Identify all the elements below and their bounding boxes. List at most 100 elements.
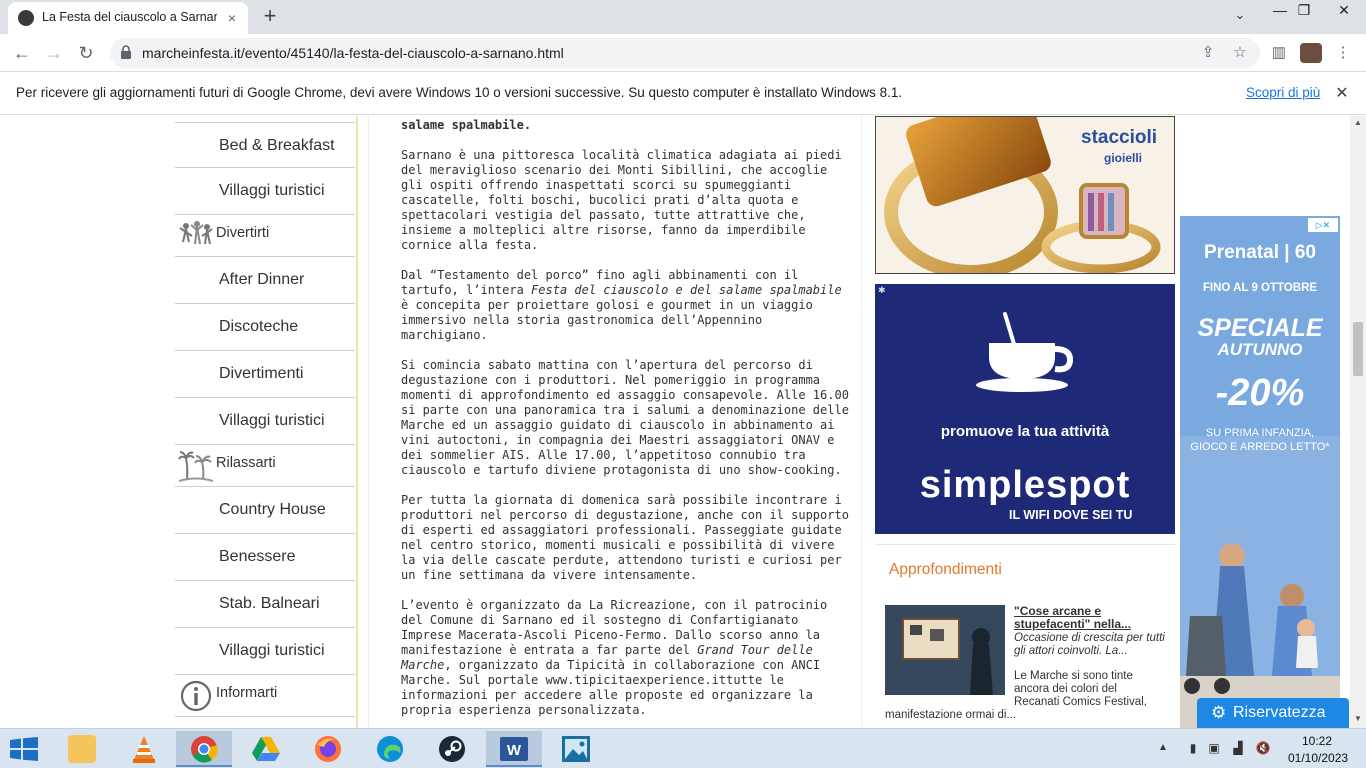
simplespot-ad-banner[interactable]: ✱ promuove la tua attività simplespot IL… (875, 284, 1175, 534)
profile-avatar-icon[interactable] (1300, 43, 1322, 63)
privacy-settings-button[interactable]: ⚙ Riservatezza (1197, 698, 1349, 728)
article-paragraph: Si comincia sabato mattina con l’apertur… (401, 358, 849, 477)
approfondimenti-article-link[interactable]: "Cose arcane e stupefacenti" nella... (1014, 605, 1164, 631)
scroll-up-arrow-icon[interactable]: ▲ (1354, 118, 1362, 127)
chrome-infobar: Per ricevere gli aggiornamenti futuri di… (0, 72, 1366, 115)
sidebar-category-rilassarti[interactable]: Rilassarti (175, 445, 355, 487)
sidebar-item-label: Stab. Balneari (219, 595, 320, 612)
sidebar-item-benessere[interactable]: Benessere (175, 534, 355, 581)
clock-date[interactable]: 01/10/2023 (1288, 751, 1348, 765)
prenatal-headline: SPECIALE (1197, 314, 1323, 342)
browser-tab[interactable]: La Festa del ciauscolo a Sarnano × (8, 2, 248, 34)
sidebar-divider (356, 116, 358, 728)
approfondimenti-title: Approfondimenti (889, 561, 1002, 578)
sidebar-item-label: Divertimenti (219, 365, 304, 382)
back-icon[interactable]: ← (10, 41, 34, 65)
sidebar-item-label: Villaggi turistici (219, 642, 325, 659)
address-bar[interactable]: marcheinfesta.it/evento/45140/la-festa-d… (110, 38, 1260, 68)
lock-icon[interactable] (120, 45, 134, 61)
sidebar-item-label: Bed & Breakfast (219, 137, 335, 154)
tab-title: La Festa del ciauscolo a Sarnano (42, 10, 217, 24)
close-window-button[interactable]: ✕ (1324, 0, 1364, 22)
page-scrollbar[interactable]: ▲ ▼ (1350, 116, 1366, 728)
sidebar-nav: Bed & Breakfast Villaggi turistici Diver… (175, 116, 355, 728)
sidebar-category-informarti[interactable]: Informarti (175, 675, 355, 717)
firefox-icon[interactable] (300, 731, 356, 767)
scroll-down-arrow-icon[interactable]: ▼ (1354, 714, 1362, 723)
prenatal-subtext: SU PRIMA INFANZIA, GIOCO E ARREDO LETTO* (1190, 427, 1330, 453)
sidebar-item-label: Country House (219, 501, 326, 518)
privacy-button-label: Riservatezza (1233, 704, 1326, 721)
approfondimenti-excerpt: Occasione di crescita per tutti gli atto… (1014, 632, 1165, 657)
steam-icon[interactable] (424, 731, 480, 767)
windows-start-icon[interactable] (10, 737, 38, 766)
tab-strip: La Festa del ciauscolo a Sarnano × + ⌄ —… (0, 0, 1366, 34)
prenatal-brand: Prenatal | 60 (1204, 242, 1316, 263)
infobar-learn-more-link[interactable]: Scopri di più (1246, 85, 1320, 100)
bookmark-star-icon[interactable]: ☆ (1230, 43, 1250, 63)
sidebar-item-divertimenti[interactable]: Divertimenti (175, 351, 355, 398)
article-text: è concepita per proiettare golosi e gour… (401, 298, 813, 342)
article-paragraph: L’evento è organizzato da La Ricreazione… (401, 598, 856, 718)
svg-text:W: W (507, 742, 522, 759)
info-icon (178, 678, 214, 714)
sidebar-item-stab-balneari[interactable]: Stab. Balneari (175, 581, 355, 628)
infobar-close-icon[interactable]: ✕ (1334, 83, 1350, 102)
word-icon[interactable]: W (486, 731, 542, 767)
sidebar-item-after-dinner[interactable]: After Dinner (175, 257, 355, 304)
sidebar-item-label: After Dinner (219, 271, 305, 288)
chrome-taskbar-icon[interactable] (176, 731, 232, 767)
sidebar-item-discoteche[interactable]: Discoteche (175, 304, 355, 351)
prenatal-ad-banner[interactable]: ▷✕ Prenatal | 60 FINO AL 9 OTTOBRE SPECI… (1180, 216, 1340, 728)
menu-kebab-icon[interactable]: ⋮ (1332, 43, 1354, 63)
battery-icon[interactable]: ▮ (1185, 741, 1201, 757)
edge-icon[interactable] (362, 731, 418, 767)
scrollbar-thumb[interactable] (1353, 322, 1363, 376)
simplespot-logo: simplespot (919, 464, 1131, 506)
jewelry-brand: staccioli (1081, 127, 1158, 148)
file-explorer-icon[interactable] (54, 731, 110, 767)
sidebar-item-villaggi-turistici[interactable]: Villaggi turistici (175, 168, 355, 215)
infobar-message: Per ricevere gli aggiornamenti futuri di… (16, 85, 903, 100)
photos-icon[interactable] (548, 731, 604, 767)
sidebar-item-label: Discoteche (219, 318, 299, 335)
article-paragraph: Per tutta la giornata di domenica sarà p… (401, 493, 849, 582)
device-icon[interactable]: ▣ (1206, 741, 1222, 757)
new-tab-button[interactable]: + (258, 5, 282, 29)
article-bold-text: salame spalmabile. (401, 118, 532, 132)
approfondimenti-thumbnail[interactable] (885, 605, 1005, 695)
reload-icon[interactable]: ↻ (74, 41, 98, 65)
clock-time[interactable]: 10:22 (1302, 734, 1332, 748)
url-text[interactable]: marcheinfesta.it/evento/45140/la-festa-d… (142, 45, 564, 61)
sidebar-item-villaggi-turistici[interactable]: Villaggi turistici (175, 398, 355, 445)
google-drive-icon[interactable] (238, 731, 294, 767)
side-panel-icon[interactable]: ▥ (1268, 43, 1290, 63)
article-body: salame spalmabile. Sarnano è una pittore… (368, 116, 862, 728)
jewelry-ad-banner[interactable]: staccioli gioielli (875, 116, 1175, 274)
article-text: , organizzato da Tipicità in collaborazi… (401, 658, 821, 717)
vlc-icon[interactable] (116, 731, 172, 767)
prenatal-discount: -20% (1215, 372, 1305, 414)
tray-expand-icon[interactable]: ▲ (1158, 742, 1168, 753)
approfondimenti-description-continued: manifestazione ormai di... (885, 709, 1017, 721)
sidebar-category-label: Informarti (216, 685, 278, 701)
ad-marker-icon: ✱ (878, 285, 886, 295)
sidebar-category-label: Rilassarti (216, 455, 276, 471)
tab-close-icon[interactable]: × (222, 8, 242, 28)
tab-search-chevron-icon[interactable]: ⌄ (1230, 7, 1250, 27)
share-icon[interactable]: ⇪ (1198, 43, 1218, 63)
forward-icon[interactable]: → (42, 41, 66, 65)
article-italic-text: Festa del ciauscolo e del salame spalmab… (531, 283, 842, 297)
site-favicon-icon (18, 10, 34, 26)
volume-muted-icon[interactable]: 🔇 (1255, 741, 1271, 757)
signal-icon[interactable]: ▟ (1230, 741, 1246, 757)
sidebar-item-country-house[interactable]: Country House (175, 487, 355, 534)
sidebar-item-villaggi-turistici[interactable]: Villaggi turistici (175, 628, 355, 675)
simplespot-tagline: promuove la tua attività (940, 423, 1110, 440)
maximize-button[interactable]: ❐ (1286, 0, 1322, 22)
simplespot-claim: IL WIFI DOVE SEI TU (1009, 508, 1133, 522)
sidebar-category-divertirti[interactable]: Divertirti (175, 215, 355, 257)
sidebar-item-bed-breakfast[interactable]: Bed & Breakfast (175, 122, 355, 168)
adchoices-icon[interactable]: ▷✕ (1308, 218, 1338, 232)
prenatal-date: FINO AL 9 OTTOBRE (1202, 282, 1318, 294)
